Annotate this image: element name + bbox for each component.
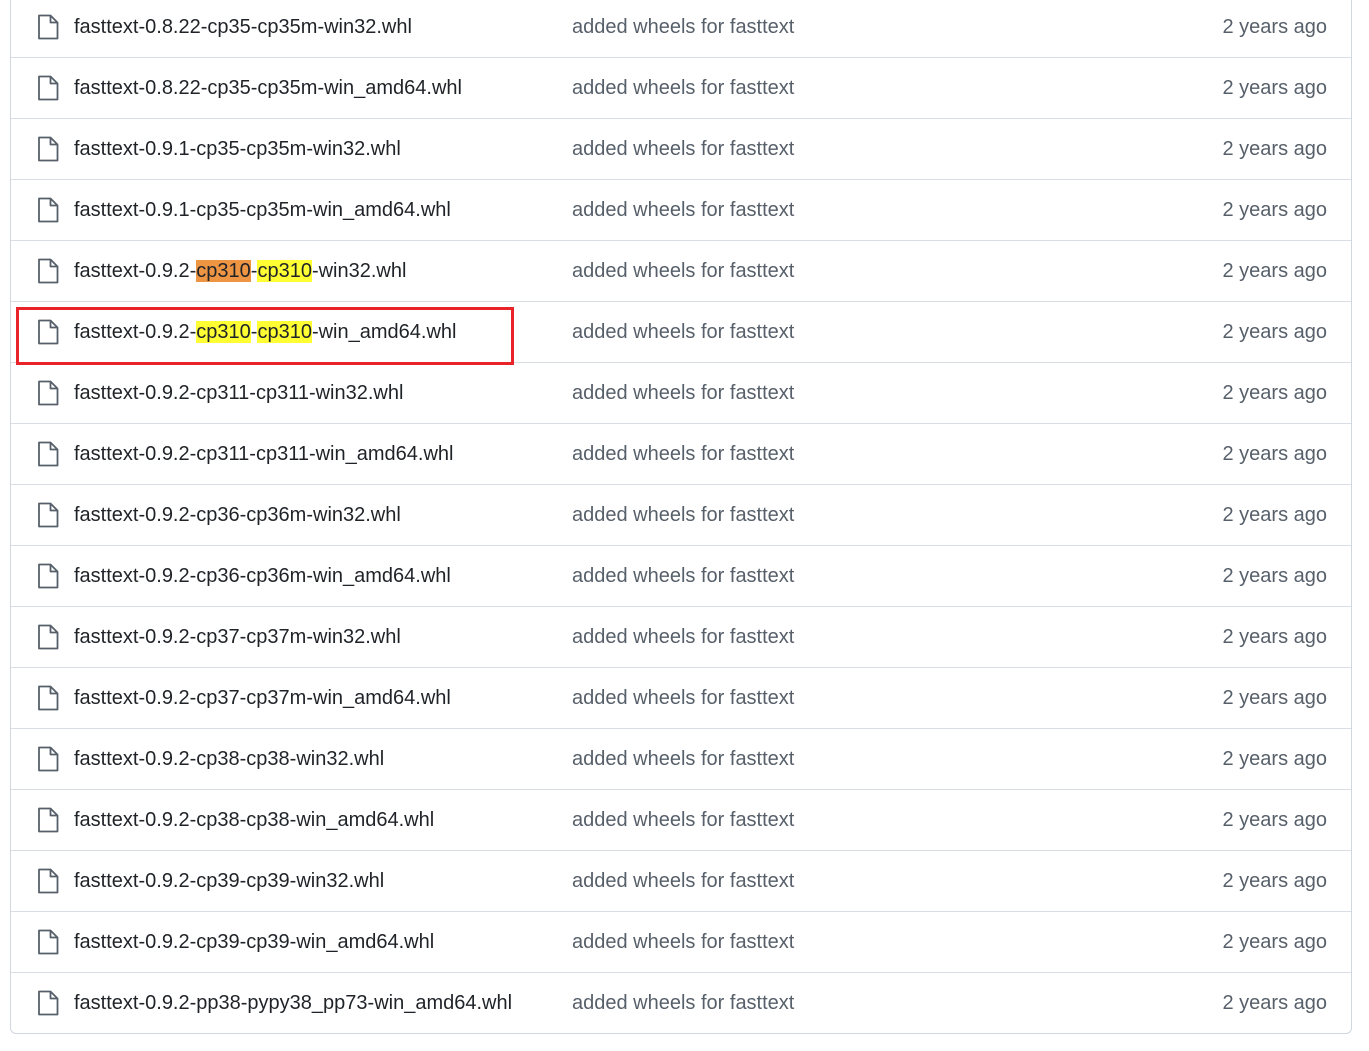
commit-message-link[interactable]: added wheels for fasttext	[572, 136, 794, 162]
file-icon	[37, 868, 59, 894]
commit-age: 2 years ago	[1222, 138, 1327, 160]
search-match-highlight: cp310	[196, 321, 251, 343]
file-icon	[37, 441, 59, 467]
commit-age: 2 years ago	[1222, 687, 1327, 709]
file-name-link[interactable]: fasttext-0.9.2-pp38-pypy38_pp73-win_amd6…	[74, 990, 529, 1016]
file-row[interactable]: fasttext-0.8.22-cp35-cp35m-win_amd64.whl…	[11, 57, 1351, 118]
file-name-link[interactable]: fasttext-0.9.2-cp310-cp310-win32.whl	[74, 258, 529, 284]
file-name-link[interactable]: fasttext-0.8.22-cp35-cp35m-win_amd64.whl	[74, 75, 529, 101]
search-match-highlight: cp310	[196, 260, 251, 282]
file-row[interactable]: fasttext-0.9.2-cp311-cp311-win_amd64.whl…	[11, 423, 1351, 484]
commit-age: 2 years ago	[1222, 443, 1327, 465]
file-name-link[interactable]: fasttext-0.9.2-cp311-cp311-win32.whl	[74, 380, 529, 406]
file-icon	[37, 502, 59, 528]
file-name-link[interactable]: fasttext-0.9.2-cp36-cp36m-win32.whl	[74, 502, 529, 528]
commit-age: 2 years ago	[1222, 504, 1327, 526]
file-row[interactable]: fasttext-0.9.2-pp38-pypy38_pp73-win_amd6…	[11, 972, 1351, 1033]
file-row[interactable]: fasttext-0.9.2-cp36-cp36m-win32.whl added…	[11, 484, 1351, 545]
commit-age: 2 years ago	[1222, 626, 1327, 648]
commit-age: 2 years ago	[1222, 16, 1327, 38]
file-name-link[interactable]: fasttext-0.9.2-cp311-cp311-win_amd64.whl	[74, 441, 529, 467]
file-name-link[interactable]: fasttext-0.9.2-cp39-cp39-win32.whl	[74, 868, 529, 894]
commit-age: 2 years ago	[1222, 992, 1327, 1014]
commit-message-link[interactable]: added wheels for fasttext	[572, 502, 794, 528]
file-list: fasttext-0.8.22-cp35-cp35m-win32.whl adde…	[10, 0, 1352, 1034]
commit-age: 2 years ago	[1222, 382, 1327, 404]
search-match-highlight: cp310	[257, 260, 312, 282]
commit-age: 2 years ago	[1222, 809, 1327, 831]
file-row[interactable]: fasttext-0.9.2-cp38-cp38-win32.whl added …	[11, 728, 1351, 789]
file-name-link[interactable]: fasttext-0.8.22-cp35-cp35m-win32.whl	[74, 14, 529, 40]
commit-message-link[interactable]: added wheels for fasttext	[572, 319, 794, 345]
file-icon	[37, 75, 59, 101]
commit-message-link[interactable]: added wheels for fasttext	[572, 441, 794, 467]
commit-age: 2 years ago	[1222, 199, 1327, 221]
file-row[interactable]: fasttext-0.9.2-cp39-cp39-win32.whl added …	[11, 850, 1351, 911]
file-row[interactable]: fasttext-0.9.2-cp39-cp39-win_amd64.whl ad…	[11, 911, 1351, 972]
commit-message-link[interactable]: added wheels for fasttext	[572, 990, 794, 1016]
file-name-link[interactable]: fasttext-0.9.2-cp39-cp39-win_amd64.whl	[74, 929, 529, 955]
file-icon	[37, 685, 59, 711]
commit-message-link[interactable]: added wheels for fasttext	[572, 14, 794, 40]
file-icon	[37, 197, 59, 223]
file-icon	[37, 624, 59, 650]
file-row[interactable]: fasttext-0.9.2-cp37-cp37m-win_amd64.whl a…	[11, 667, 1351, 728]
file-row[interactable]: fasttext-0.9.2-cp38-cp38-win_amd64.whl ad…	[11, 789, 1351, 850]
file-name-link[interactable]: fasttext-0.9.2-cp38-cp38-win_amd64.whl	[74, 807, 529, 833]
commit-message-link[interactable]: added wheels for fasttext	[572, 929, 794, 955]
file-icon	[37, 319, 59, 345]
commit-age: 2 years ago	[1222, 77, 1327, 99]
commit-message-link[interactable]: added wheels for fasttext	[572, 75, 794, 101]
file-name-link[interactable]: fasttext-0.9.2-cp310-cp310-win_amd64.whl	[74, 319, 529, 345]
file-icon	[37, 807, 59, 833]
commit-age: 2 years ago	[1222, 260, 1327, 282]
commit-message-link[interactable]: added wheels for fasttext	[572, 563, 794, 589]
commit-message-link[interactable]: added wheels for fasttext	[572, 807, 794, 833]
file-row[interactable]: fasttext-0.9.2-cp310-cp310-win_amd64.whl…	[11, 301, 1351, 362]
file-row[interactable]: fasttext-0.8.22-cp35-cp35m-win32.whl adde…	[11, 0, 1351, 57]
file-row[interactable]: fasttext-0.9.1-cp35-cp35m-win_amd64.whl a…	[11, 179, 1351, 240]
file-icon	[37, 990, 59, 1016]
file-name-link[interactable]: fasttext-0.9.2-cp37-cp37m-win_amd64.whl	[74, 685, 529, 711]
file-row[interactable]: fasttext-0.9.1-cp35-cp35m-win32.whl added…	[11, 118, 1351, 179]
commit-message-link[interactable]: added wheels for fasttext	[572, 685, 794, 711]
file-row[interactable]: fasttext-0.9.2-cp36-cp36m-win_amd64.whl a…	[11, 545, 1351, 606]
commit-message-link[interactable]: added wheels for fasttext	[572, 746, 794, 772]
file-icon	[37, 929, 59, 955]
file-icon	[37, 563, 59, 589]
file-name-link[interactable]: fasttext-0.9.1-cp35-cp35m-win_amd64.whl	[74, 197, 529, 223]
file-row[interactable]: fasttext-0.9.2-cp37-cp37m-win32.whl added…	[11, 606, 1351, 667]
commit-message-link[interactable]: added wheels for fasttext	[572, 197, 794, 223]
file-name-link[interactable]: fasttext-0.9.1-cp35-cp35m-win32.whl	[74, 136, 529, 162]
file-icon	[37, 136, 59, 162]
commit-age: 2 years ago	[1222, 931, 1327, 953]
file-name-link[interactable]: fasttext-0.9.2-cp37-cp37m-win32.whl	[74, 624, 529, 650]
commit-message-link[interactable]: added wheels for fasttext	[572, 868, 794, 894]
file-name-link[interactable]: fasttext-0.9.2-cp38-cp38-win32.whl	[74, 746, 529, 772]
commit-age: 2 years ago	[1222, 870, 1327, 892]
commit-message-link[interactable]: added wheels for fasttext	[572, 624, 794, 650]
file-row[interactable]: fasttext-0.9.2-cp310-cp310-win32.whl adde…	[11, 240, 1351, 301]
file-icon	[37, 14, 59, 40]
file-icon	[37, 258, 59, 284]
commit-age: 2 years ago	[1222, 565, 1327, 587]
commit-message-link[interactable]: added wheels for fasttext	[572, 258, 794, 284]
search-match-highlight: cp310	[257, 321, 312, 343]
commit-message-link[interactable]: added wheels for fasttext	[572, 380, 794, 406]
file-icon	[37, 746, 59, 772]
commit-age: 2 years ago	[1222, 321, 1327, 343]
file-name-link[interactable]: fasttext-0.9.2-cp36-cp36m-win_amd64.whl	[74, 563, 529, 589]
file-icon	[37, 380, 59, 406]
file-row[interactable]: fasttext-0.9.2-cp311-cp311-win32.whl adde…	[11, 362, 1351, 423]
commit-age: 2 years ago	[1222, 748, 1327, 770]
